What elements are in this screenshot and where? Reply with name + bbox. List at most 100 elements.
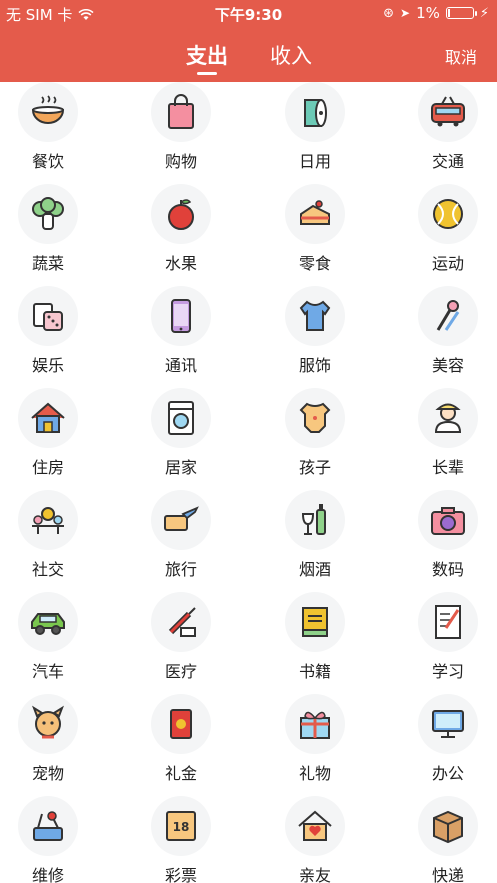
rotation-lock-icon: ⊛: [383, 5, 394, 21]
category-item[interactable]: 宠物: [0, 690, 110, 792]
category-item[interactable]: 美容: [386, 282, 497, 384]
category-item[interactable]: 服饰: [253, 282, 377, 384]
category-label: 服饰: [298, 356, 331, 375]
category-item[interactable]: 书籍: [253, 588, 377, 690]
battery-percent: 1%: [416, 4, 440, 22]
elder-icon: [434, 403, 462, 433]
category-icon-circle: [18, 184, 78, 244]
category-icon-circle: [418, 694, 478, 754]
category-icon-circle: [151, 490, 211, 550]
category-item[interactable]: 长辈: [386, 384, 497, 486]
category-label: 餐饮: [31, 152, 64, 171]
category-item[interactable]: 通讯: [119, 282, 243, 384]
category-label: 汽车: [31, 662, 64, 681]
category-item[interactable]: 维修: [0, 792, 110, 883]
category-item[interactable]: 礼金: [119, 690, 243, 792]
category-icon-circle: [285, 82, 345, 142]
category-item[interactable]: 住房: [0, 384, 110, 486]
category-label: 水果: [164, 254, 197, 273]
category-label: 住房: [31, 458, 64, 477]
category-icon-circle: [151, 286, 211, 346]
category-item[interactable]: 餐饮: [0, 82, 110, 180]
category-icon-circle: [418, 184, 478, 244]
tab-bar: 支出 收入 取消: [0, 36, 497, 82]
washing-machine-icon: [168, 401, 194, 435]
category-item[interactable]: 社交: [0, 486, 110, 588]
svg-text:18: 18: [173, 820, 190, 834]
category-icon-circle: [418, 796, 478, 856]
category-item[interactable]: 烟酒: [253, 486, 377, 588]
category-item[interactable]: 孩子: [253, 384, 377, 486]
category-item[interactable]: 水果: [119, 180, 243, 282]
camera-icon: [431, 507, 465, 535]
category-icon-circle: [418, 82, 478, 142]
notebook-icon: [435, 605, 461, 639]
tab-expense[interactable]: 支出: [186, 40, 228, 70]
category-label: 零食: [298, 254, 331, 273]
category-item[interactable]: 学习: [386, 588, 497, 690]
category-icon-circle: 18: [151, 796, 211, 856]
category-item[interactable]: 亲友: [253, 792, 377, 883]
category-icon-circle: [151, 184, 211, 244]
category-label: 快递: [431, 866, 464, 883]
category-item[interactable]: 运动: [386, 180, 497, 282]
phone-icon: [171, 299, 191, 333]
cancel-button[interactable]: 取消: [445, 44, 477, 68]
category-item[interactable]: 礼物: [253, 690, 377, 792]
category-label: 购物: [164, 152, 197, 171]
category-label: 烟酒: [298, 560, 331, 579]
category-item[interactable]: 数码: [386, 486, 497, 588]
tab-income[interactable]: 收入: [270, 40, 312, 70]
cake-icon: [300, 200, 330, 225]
category-item[interactable]: 快递: [386, 792, 497, 883]
red-envelope-icon: [170, 709, 192, 739]
category-icon-circle: [285, 286, 345, 346]
category-item[interactable]: 旅行: [119, 486, 243, 588]
category-icon-circle: [151, 592, 211, 652]
category-icon-circle: [418, 490, 478, 550]
category-icon-circle: [285, 490, 345, 550]
dice-icon: [33, 303, 63, 331]
category-icon-circle: [18, 82, 78, 142]
category-label: 长辈: [431, 458, 464, 477]
category-icon-circle: [285, 184, 345, 244]
category-grid: 餐饮 购物 日用 交通蔬菜 水果 零食 运动娱乐 通讯 服饰 美容住房 居家 孩子 长辈社交 旅行 烟酒 数码…: [0, 82, 497, 883]
lottery-icon: 18: [166, 811, 196, 841]
category-item[interactable]: 日用: [253, 82, 377, 180]
category-item[interactable]: 医疗: [119, 588, 243, 690]
category-icon-circle: [285, 796, 345, 856]
category-item[interactable]: 汽车: [0, 588, 110, 690]
category-icon-circle: [18, 592, 78, 652]
category-item[interactable]: 18 彩票: [119, 792, 243, 883]
category-item[interactable]: 娱乐: [0, 282, 110, 384]
category-item[interactable]: 居家: [119, 384, 243, 486]
category-label: 日用: [298, 152, 331, 171]
category-item[interactable]: 购物: [119, 82, 243, 180]
category-item[interactable]: 零食: [253, 180, 377, 282]
category-icon-circle: [285, 592, 345, 652]
category-label: 礼物: [298, 764, 331, 783]
category-label: 数码: [431, 560, 464, 579]
category-item[interactable]: 交通: [386, 82, 497, 180]
paper-roll-icon: [304, 99, 327, 127]
category-label: 交通: [431, 152, 464, 171]
shopping-bag-icon: [168, 94, 194, 129]
category-icon-circle: [418, 286, 478, 346]
location-icon: ➤: [400, 6, 411, 20]
syringe-icon: [168, 607, 196, 637]
category-item[interactable]: 办公: [386, 690, 497, 792]
train-icon: [431, 96, 465, 127]
category-icon-circle: [285, 388, 345, 448]
category-label: 居家: [164, 458, 197, 477]
category-icon-circle: [151, 694, 211, 754]
category-label: 美容: [431, 356, 464, 375]
category-label: 运动: [431, 254, 464, 273]
category-item[interactable]: 蔬菜: [0, 180, 110, 282]
ball-icon: [433, 199, 463, 229]
category-label: 亲友: [298, 866, 331, 883]
wine-icon: [301, 504, 326, 535]
category-label: 宠物: [31, 764, 64, 783]
category-icon-circle: [285, 694, 345, 754]
monitor-icon: [432, 710, 464, 738]
category-icon-circle: [18, 490, 78, 550]
